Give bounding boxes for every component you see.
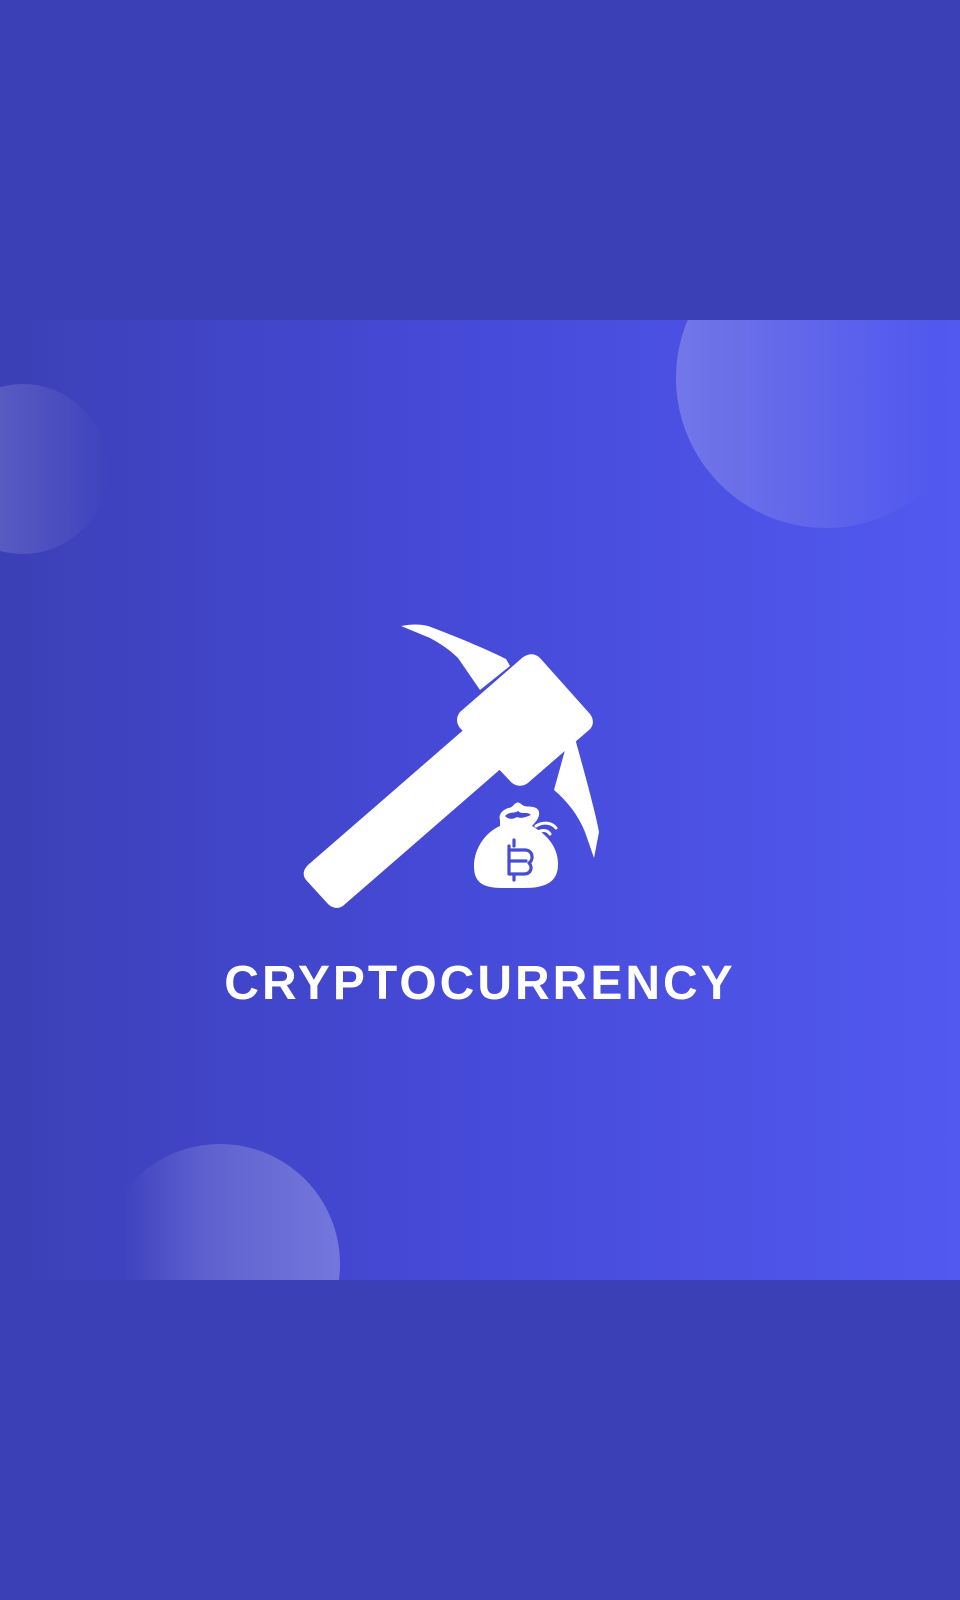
splash-panel: CRYPTOCURRENCY [0, 320, 960, 1280]
decorative-circle-bottom-left [100, 1144, 340, 1280]
app-title: CRYPTOCURRENCY [224, 957, 736, 1010]
pickaxe-bitcoin-bag-icon [303, 624, 599, 908]
decorative-circle-top-right [676, 320, 960, 528]
decorative-circle-left [0, 384, 108, 554]
splash-screen: CRYPTOCURRENCY [0, 0, 960, 1600]
